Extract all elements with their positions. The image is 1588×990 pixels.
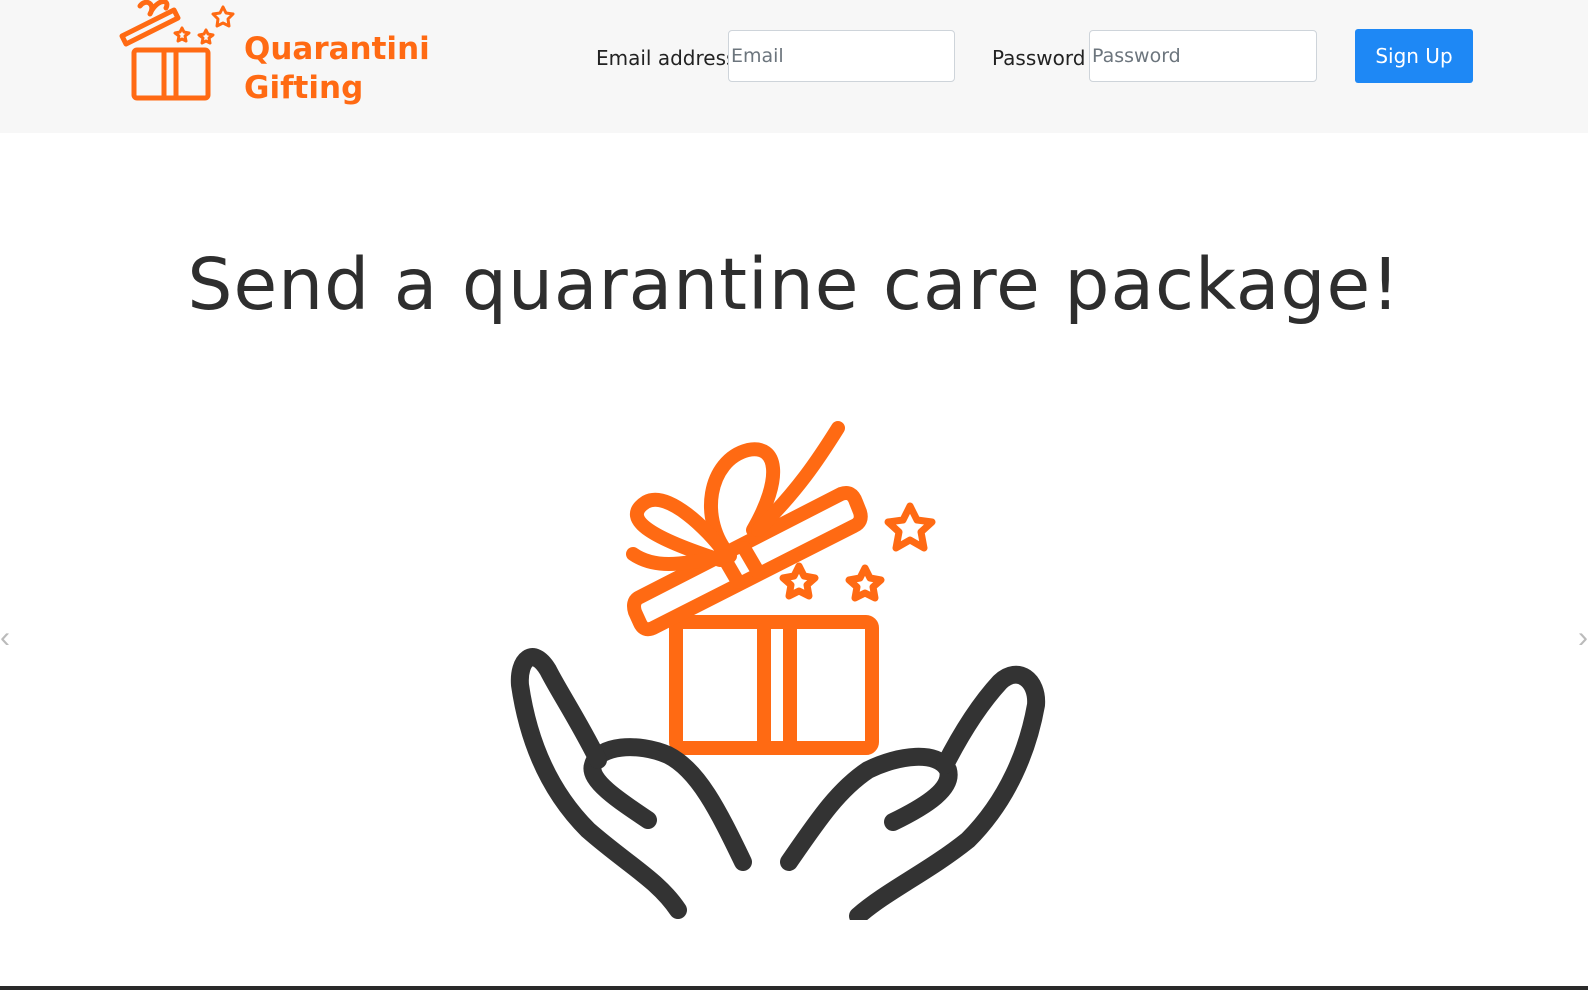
- email-field[interactable]: [728, 30, 955, 82]
- brand-name-line1: Quarantini: [244, 31, 430, 67]
- hero-title: Send a quarantine care package!: [187, 243, 1401, 326]
- page-bottom-border: [0, 986, 1588, 990]
- chevron-right-icon[interactable]: ›: [1578, 620, 1588, 656]
- email-label: Email address: [596, 46, 737, 70]
- password-label: Password: [992, 46, 1086, 70]
- navbar: Quarantini Gifting Email address Passwor…: [0, 0, 1588, 133]
- gift-box-icon: [119, 0, 235, 101]
- brand-name-line2: Gifting: [244, 70, 364, 106]
- brand-link[interactable]: Quarantini Gifting: [116, 0, 436, 112]
- brand-name: Quarantini Gifting: [244, 30, 430, 108]
- chevron-left-icon[interactable]: ‹: [0, 620, 14, 656]
- hands-holding-gift-icon: [510, 421, 1046, 920]
- sign-up-button[interactable]: Sign Up: [1355, 29, 1473, 83]
- password-field[interactable]: [1089, 30, 1317, 82]
